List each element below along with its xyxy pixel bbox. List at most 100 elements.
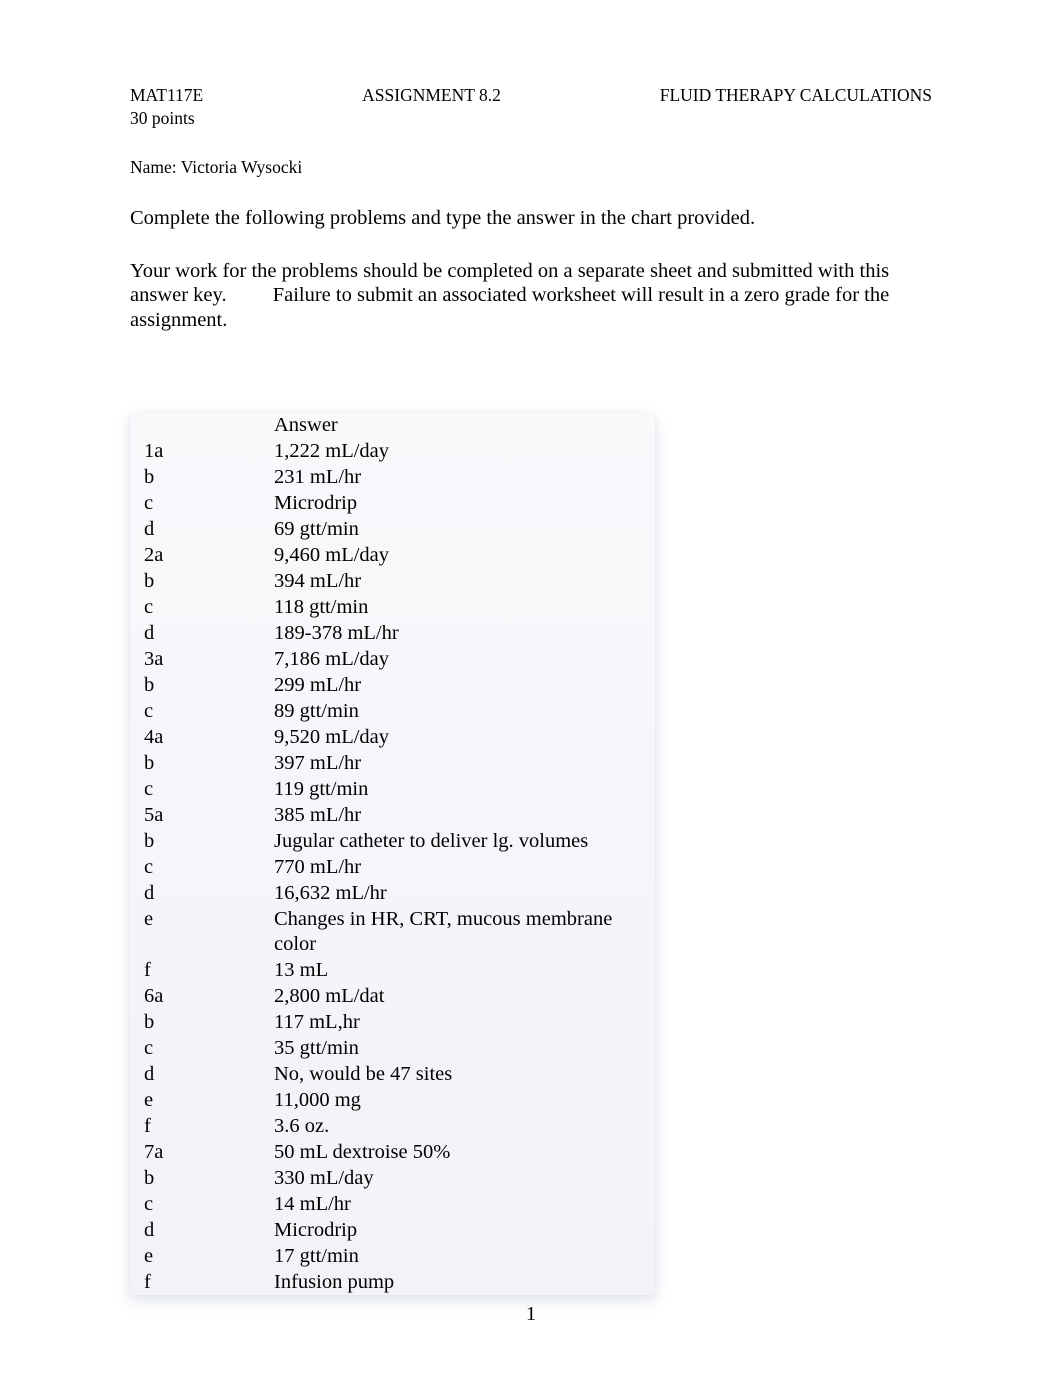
row-answer: 118 gtt/min <box>260 594 655 620</box>
table-row: f13 mL <box>130 957 655 983</box>
row-answer: 9,520 mL/day <box>260 724 655 750</box>
row-answer: 3.6 oz. <box>260 1113 655 1139</box>
row-answer: 299 mL/hr <box>260 672 655 698</box>
table-row: c35 gtt/min <box>130 1035 655 1061</box>
points-label: 30 points <box>130 108 932 129</box>
row-answer: 117 mL,hr <box>260 1009 655 1035</box>
table-row: 5a385 mL/hr <box>130 802 655 828</box>
table-row: 6a2,800 mL/dat <box>130 983 655 1009</box>
row-answer: 189-378 mL/hr <box>260 620 655 646</box>
row-answer: 16,632 mL/hr <box>260 880 655 906</box>
table-row: e11,000 mg <box>130 1087 655 1113</box>
row-label: c <box>130 490 260 516</box>
row-answer: 9,460 mL/day <box>260 542 655 568</box>
row-label: 1a <box>130 438 260 464</box>
row-answer: 385 mL/hr <box>260 802 655 828</box>
row-answer: 770 mL/hr <box>260 854 655 880</box>
table-header-row: Answer <box>130 412 655 438</box>
row-label: e <box>130 1087 260 1113</box>
table-row: 7a50 mL dextroise 50% <box>130 1139 655 1165</box>
table-row: d69 gtt/min <box>130 516 655 542</box>
row-answer: No, would be 47 sites <box>260 1061 655 1087</box>
row-answer: 394 mL/hr <box>260 568 655 594</box>
row-answer: 7,186 mL/day <box>260 646 655 672</box>
table-row: 3a7,186 mL/day <box>130 646 655 672</box>
answer-table: Answer 1a1,222 mL/day b231 mL/hr cMicrod… <box>130 412 655 1295</box>
row-answer: 17 gtt/min <box>260 1243 655 1269</box>
row-answer: 89 gtt/min <box>260 698 655 724</box>
name-label: Name: <box>130 157 181 177</box>
table-row: c119 gtt/min <box>130 776 655 802</box>
row-label: 2a <box>130 542 260 568</box>
row-label: f <box>130 1113 260 1139</box>
row-label: b <box>130 1165 260 1191</box>
table-row: c770 mL/hr <box>130 854 655 880</box>
table-row: b299 mL/hr <box>130 672 655 698</box>
row-label: c <box>130 854 260 880</box>
row-answer: 69 gtt/min <box>260 516 655 542</box>
row-label: e <box>130 1243 260 1269</box>
row-answer: Infusion pump <box>260 1269 655 1295</box>
row-answer: 397 mL/hr <box>260 750 655 776</box>
row-answer: 2,800 mL/dat <box>260 983 655 1009</box>
table-row: f3.6 oz. <box>130 1113 655 1139</box>
table-row: c89 gtt/min <box>130 698 655 724</box>
table-header-blank <box>130 412 260 438</box>
table-row: b117 mL,hr <box>130 1009 655 1035</box>
row-label: d <box>130 1061 260 1087</box>
course-code: MAT117E <box>130 85 203 106</box>
row-label: b <box>130 672 260 698</box>
table-row: b397 mL/hr <box>130 750 655 776</box>
row-label: b <box>130 750 260 776</box>
table-row: cMicrodrip <box>130 490 655 516</box>
row-label: d <box>130 1217 260 1243</box>
row-label: c <box>130 1035 260 1061</box>
table-row: dMicrodrip <box>130 1217 655 1243</box>
table-row: d16,632 mL/hr <box>130 880 655 906</box>
row-answer: Microdrip <box>260 1217 655 1243</box>
row-answer: 1,222 mL/day <box>260 438 655 464</box>
row-label: d <box>130 880 260 906</box>
table-row: 4a9,520 mL/day <box>130 724 655 750</box>
table-row: b330 mL/day <box>130 1165 655 1191</box>
row-label: b <box>130 464 260 490</box>
page-number: 1 <box>0 1302 1062 1327</box>
document-header: MAT117E ASSIGNMENT 8.2 FLUID THERAPY CAL… <box>130 85 932 106</box>
row-label: c <box>130 698 260 724</box>
row-label: 3a <box>130 646 260 672</box>
row-label: b <box>130 568 260 594</box>
row-label: b <box>130 1009 260 1035</box>
instruction-paragraph-2: Your work for the problems should be com… <box>130 259 920 333</box>
table-row: d189-378 mL/hr <box>130 620 655 646</box>
row-answer: 50 mL dextroise 50% <box>260 1139 655 1165</box>
row-answer: 14 mL/hr <box>260 1191 655 1217</box>
table-row: b231 mL/hr <box>130 464 655 490</box>
name-line: Name: Victoria Wysocki <box>130 157 932 178</box>
row-label: d <box>130 516 260 542</box>
assignment-number: ASSIGNMENT 8.2 <box>362 85 501 106</box>
table-row: eChanges in HR, CRT, mucous membrane col… <box>130 906 655 957</box>
row-answer: 231 mL/hr <box>260 464 655 490</box>
row-answer: Changes in HR, CRT, mucous membrane colo… <box>260 906 655 957</box>
name-value: Victoria Wysocki <box>181 157 303 177</box>
row-answer: Jugular catheter to deliver lg. volumes <box>260 828 655 854</box>
row-answer: 330 mL/day <box>260 1165 655 1191</box>
assignment-title: FLUID THERAPY CALCULATIONS <box>660 85 932 106</box>
row-label: 4a <box>130 724 260 750</box>
row-label: f <box>130 957 260 983</box>
row-label: f <box>130 1269 260 1295</box>
instruction-paragraph-1: Complete the following problems and type… <box>130 206 932 231</box>
row-answer: 11,000 mg <box>260 1087 655 1113</box>
row-answer: 35 gtt/min <box>260 1035 655 1061</box>
row-answer: Microdrip <box>260 490 655 516</box>
table-row: bJugular catheter to deliver lg. volumes <box>130 828 655 854</box>
table-row: 1a1,222 mL/day <box>130 438 655 464</box>
row-label: e <box>130 906 260 957</box>
table-row: c14 mL/hr <box>130 1191 655 1217</box>
row-label: c <box>130 776 260 802</box>
table-row: 2a9,460 mL/day <box>130 542 655 568</box>
row-label: 5a <box>130 802 260 828</box>
row-answer: 119 gtt/min <box>260 776 655 802</box>
table-row: e17 gtt/min <box>130 1243 655 1269</box>
row-label: c <box>130 594 260 620</box>
